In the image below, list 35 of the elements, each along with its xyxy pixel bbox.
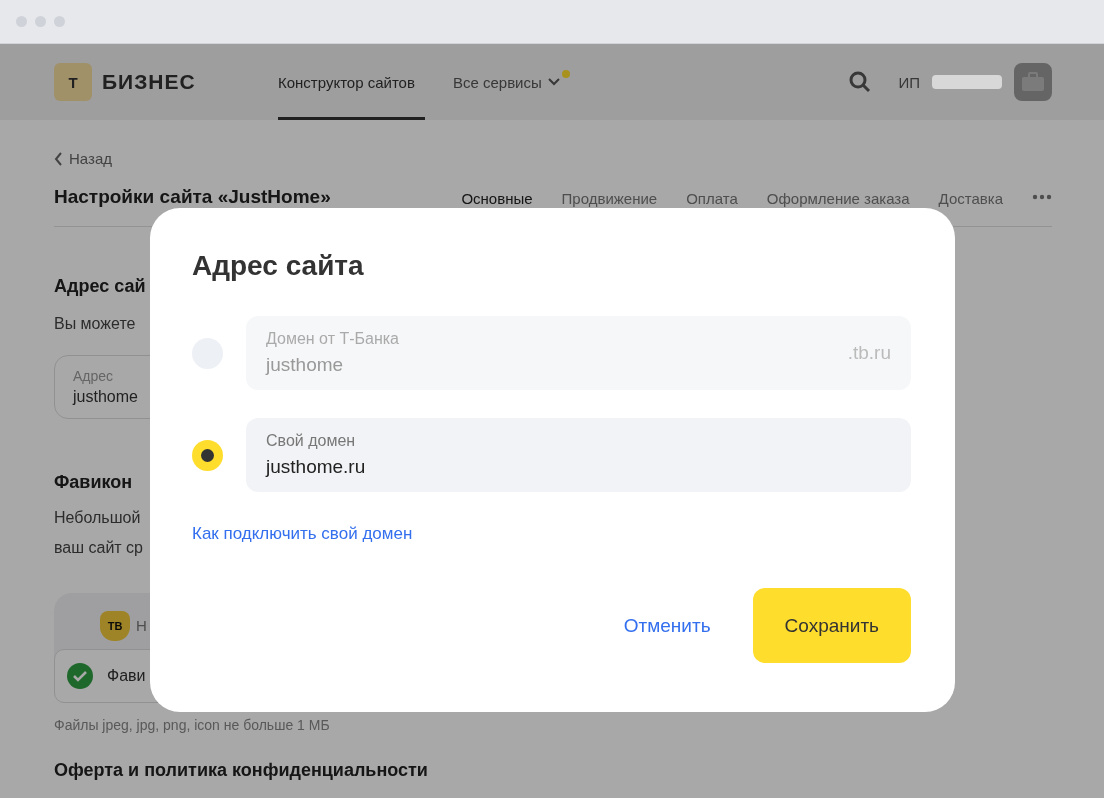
section-heading: Фавикон [54,470,133,493]
section-text: Вы можете [54,313,137,334]
more-icon[interactable] [1032,193,1052,200]
settings-tab[interactable]: Основные [461,186,533,207]
briefcase-icon[interactable] [1014,63,1052,101]
file-name: Фави [107,666,146,685]
domain-field[interactable]: Домен от Т-Банка justhome .tb.ru [246,316,911,390]
help-link[interactable]: Как подключить свой домен [192,524,413,544]
nav-tab[interactable]: Все сервисы [452,44,570,120]
save-button[interactable]: Сохранить [752,588,911,663]
section-heading: Оферта и политика конфиденциальности [54,758,428,781]
settings-tab[interactable]: Оплата [686,186,738,207]
logo-text: БИЗНЕС [102,70,196,94]
chevron-left-icon [54,151,63,166]
account-name: ИП [898,73,920,91]
nav-tab[interactable]: Конструктор сайтов [278,44,425,120]
settings-tab[interactable]: Продвижение [561,186,658,207]
search-icon[interactable] [848,70,873,94]
file-hint: Файлы jpeg, jpg, png, icon не больше 1 МБ [54,716,330,733]
back-link[interactable]: Назад [54,150,112,167]
shield-badge: ТВ [100,610,130,641]
settings-tab[interactable]: Оформление заказа [766,186,910,207]
section-text: Небольшой [54,507,142,528]
radio-button[interactable] [192,439,223,471]
settings-tab[interactable]: Доставка [938,186,1003,207]
domain-field[interactable]: Свой домен justhome.ru [246,418,911,492]
chevron-icon [547,78,560,86]
page-title: Настройки сайта «JustHome» [54,185,331,208]
logo-mark: Т [54,63,92,101]
section-heading: Адрес сай [54,274,146,297]
dialog-title: Адрес сайта [192,250,365,282]
cancel-button[interactable]: Отменить [581,588,753,663]
section-text: ваш сайт ср [54,537,144,558]
blurred-name [932,75,1002,89]
browser-tab-text: Н [136,617,147,634]
